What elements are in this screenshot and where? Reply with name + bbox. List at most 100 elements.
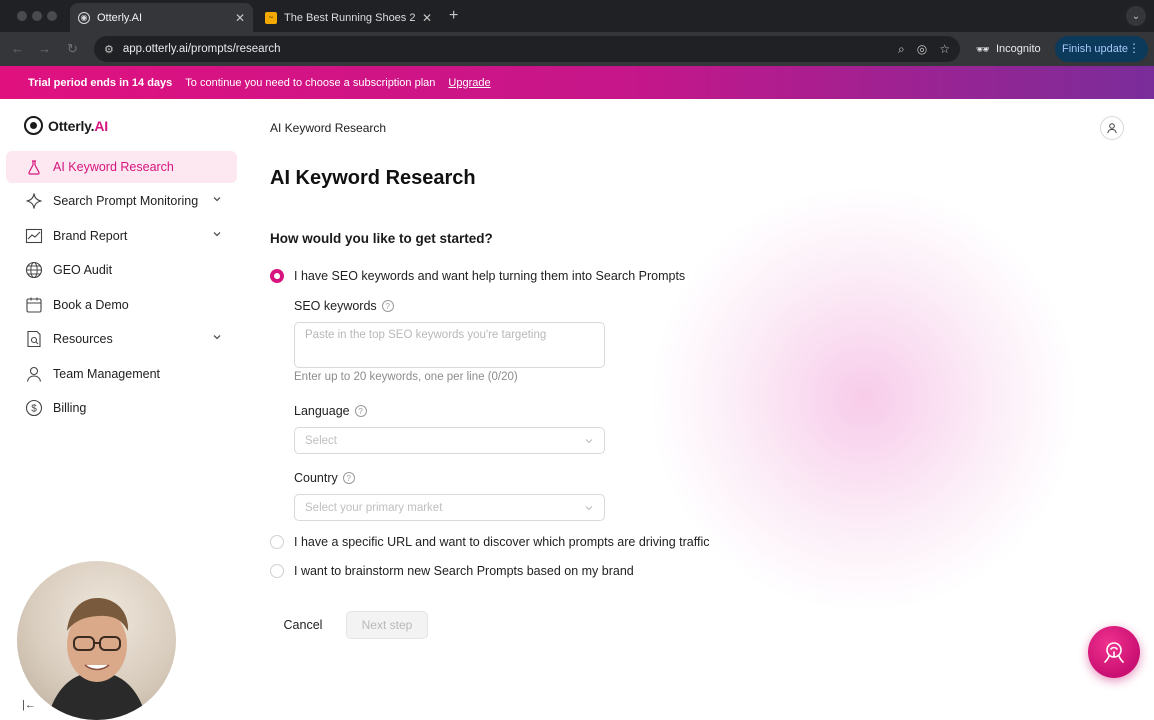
calendar-icon <box>24 295 44 315</box>
user-menu-button[interactable] <box>1100 116 1124 140</box>
select-placeholder: Select your primary market <box>305 501 443 514</box>
window-close-dot[interactable] <box>17 11 27 21</box>
page-title: AI Keyword Research <box>270 167 476 189</box>
star-bookmark-icon[interactable]: ☆ <box>939 42 950 57</box>
address-bar[interactable]: ⚙ app.otterly.ai/prompts/research ⌕ ◎ ☆ <box>94 36 960 62</box>
sidebar-item-label: Resources <box>53 332 113 346</box>
otterly-favicon-icon: ◉ <box>78 11 90 24</box>
site-favicon-icon: ~ <box>265 11 277 24</box>
sidebar-item-billing[interactable]: $ Billing <box>6 392 237 424</box>
next-step-button[interactable]: Next step <box>346 611 428 639</box>
radio-unselected[interactable] <box>270 564 284 578</box>
subscription-message: To continue you need to choose a subscri… <box>185 76 436 89</box>
field-label-text: Language <box>294 404 350 418</box>
assistant-otter-icon <box>1104 642 1124 663</box>
sidebar-item-brand-report[interactable]: Brand Report <box>6 220 237 252</box>
tab-title: The Best Running Shoes 202 <box>284 11 416 24</box>
sidebar-item-label: Brand Report <box>53 229 128 243</box>
sidebar-item-label: GEO Audit <box>53 263 113 277</box>
option-specific-url[interactable]: I have a specific URL and want to discov… <box>270 535 709 549</box>
url-text: app.otterly.ai/prompts/research <box>122 43 281 55</box>
logo-text: Otterly. <box>48 117 95 134</box>
forward-arrow-icon[interactable]: → <box>38 41 51 56</box>
globe-icon <box>24 260 44 280</box>
user-icon <box>1107 123 1117 134</box>
trial-banner: Trial period ends in 14 days To continue… <box>0 66 1154 99</box>
flask-icon <box>24 157 44 177</box>
webcam-overlay <box>17 561 176 720</box>
close-icon[interactable]: ✕ <box>235 11 245 25</box>
chevron-down-icon <box>585 439 593 444</box>
otter-logo-icon <box>24 116 43 135</box>
sidebar-item-ai-keyword-research[interactable]: AI Keyword Research <box>6 151 237 183</box>
sidebar-item-label: Book a Demo <box>53 298 129 312</box>
country-label: Country ? <box>294 471 355 485</box>
sidebar-item-book-a-demo[interactable]: Book a Demo <box>6 289 237 321</box>
radio-unselected[interactable] <box>270 535 284 549</box>
new-tab-plus-icon[interactable]: + <box>449 7 458 25</box>
breadcrumb: AI Keyword Research <box>270 121 387 135</box>
select-placeholder: Select <box>305 434 337 447</box>
seo-keywords-textarea[interactable] <box>294 322 605 368</box>
more-vertical-icon[interactable]: ⋮ <box>1128 41 1140 55</box>
site-settings-icon[interactable]: ⚙ <box>104 43 114 56</box>
trial-period-text: Trial period ends in 14 days <box>28 76 173 89</box>
language-label: Language ? <box>294 404 367 418</box>
otterly-logo[interactable]: Otterly.AI <box>24 116 108 135</box>
radio-selected[interactable] <box>270 269 284 283</box>
svg-text:$: $ <box>31 404 37 415</box>
sidebar-item-label: AI Keyword Research <box>53 160 174 174</box>
eye-slash-icon[interactable]: ◎ <box>917 42 927 57</box>
chat-assistant-button[interactable] <box>1088 626 1140 678</box>
webcam-person-image <box>47 597 147 720</box>
chart-line-icon <box>24 226 44 246</box>
window-zoom-dot[interactable] <box>47 11 57 21</box>
user-icon <box>24 364 44 384</box>
seo-keywords-label: SEO keywords ? <box>294 299 394 313</box>
zoom-icon[interactable]: ⌕ <box>898 42 905 57</box>
sidebar-item-resources[interactable]: Resources <box>6 323 237 355</box>
back-arrow-icon[interactable]: ← <box>11 41 24 56</box>
upgrade-link[interactable]: Upgrade <box>448 77 490 89</box>
dollar-circle-icon: $ <box>24 398 44 418</box>
language-select[interactable]: Select <box>294 427 605 454</box>
chevron-down-icon[interactable] <box>211 193 223 205</box>
help-question-icon[interactable]: ? <box>342 472 355 484</box>
option-label: I have SEO keywords and want help turnin… <box>294 269 686 283</box>
chevron-down-icon[interactable] <box>211 331 223 343</box>
incognito-label: Incognito <box>995 43 1041 55</box>
incognito-icon: 🕶 <box>976 43 990 56</box>
help-question-icon[interactable]: ? <box>354 405 367 417</box>
country-select[interactable]: Select your primary market <box>294 494 605 521</box>
tab-running-shoes[interactable]: ~ The Best Running Shoes 202 ✕ <box>257 3 440 32</box>
sidebar-item-geo-audit[interactable]: GEO Audit <box>6 254 237 286</box>
option-seo-keywords[interactable]: I have SEO keywords and want help turnin… <box>270 269 685 283</box>
tab-title: Otterly.AI <box>97 11 143 24</box>
decorative-glow <box>644 189 1084 609</box>
tab-otterly[interactable]: ◉ Otterly.AI ✕ <box>70 3 253 32</box>
sidebar-item-label: Team Management <box>53 367 161 381</box>
browser-toolbar: ← → ↻ ⚙ app.otterly.ai/prompts/research … <box>0 32 1154 66</box>
finish-update-label: Finish update <box>1062 43 1129 55</box>
finish-update-button[interactable]: Finish update ⋮ <box>1055 36 1148 62</box>
option-brainstorm[interactable]: I want to brainstorm new Search Prompts … <box>270 564 634 578</box>
chevron-down-icon[interactable] <box>211 228 223 240</box>
sparkle-icon <box>24 191 44 211</box>
field-label-text: Country <box>294 471 338 485</box>
main-content: AI Keyword Research AI Keyword Research … <box>244 99 1154 720</box>
option-label: I have a specific URL and want to discov… <box>294 535 710 549</box>
sidebar-item-label: Search Prompt Monitoring <box>53 194 199 208</box>
sidebar-item-team-management[interactable]: Team Management <box>6 358 237 390</box>
reload-icon[interactable]: ↻ <box>67 41 78 57</box>
field-label-text: SEO keywords <box>294 299 377 313</box>
cancel-button[interactable]: Cancel <box>274 611 332 639</box>
close-icon[interactable]: ✕ <box>422 11 432 25</box>
seo-keywords-hint: Enter up to 20 keywords, one per line (0… <box>294 371 518 383</box>
tab-search-chevron-icon[interactable]: ⌄ <box>1126 6 1146 26</box>
sidebar-item-search-prompt-monitoring[interactable]: Search Prompt Monitoring <box>6 185 237 217</box>
collapse-sidebar-icon[interactable]: |← <box>22 699 36 711</box>
help-question-icon[interactable]: ? <box>381 300 394 312</box>
incognito-indicator[interactable]: 🕶 Incognito <box>968 36 1049 62</box>
sidebar-item-label: Billing <box>53 401 87 415</box>
window-minimize-dot[interactable] <box>32 11 42 21</box>
